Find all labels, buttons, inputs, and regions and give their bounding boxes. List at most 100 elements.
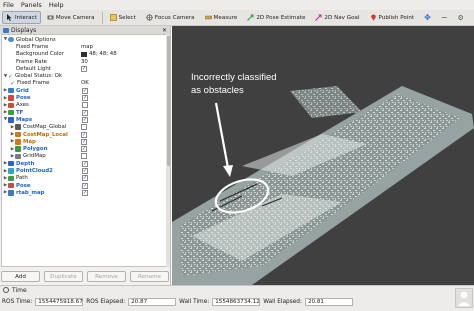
display-item-maps[interactable]: ▼ Maps ✓ <box>3 116 163 123</box>
time-panel: Time ROS Time: 1554475918.67 ROS Elapsed… <box>0 285 474 311</box>
status-ok-icon: ✓ <box>10 79 16 87</box>
publish-point-label: Publish Point <box>378 14 415 21</box>
display-item-pointcloud2[interactable]: ▶ PointCloud2 ✓ <box>3 167 163 175</box>
tree-row-frame-rate[interactable]: Frame Rate 30 <box>16 58 168 65</box>
remove-tool-button[interactable]: − <box>437 11 452 24</box>
display-item-label: rtab_map <box>16 189 45 196</box>
display-item-checkbox[interactable]: ✓ <box>82 160 88 167</box>
tree-row-background-color[interactable]: Background Color 48; 48; 48 <box>16 51 168 58</box>
pose-estimate-tool-button[interactable]: 2D Pose Estimate <box>243 11 309 24</box>
menu-file[interactable]: File <box>3 1 14 9</box>
interact-tool-button[interactable]: Interact <box>2 11 41 24</box>
display-item-grid[interactable]: ▶ Grid ✓ <box>3 87 163 94</box>
wall-elapsed-field[interactable]: 20.81 <box>304 298 353 306</box>
wall-time-label: Wall Time: <box>179 299 210 305</box>
display-item-label: Pose <box>16 95 31 102</box>
menu-panels[interactable]: Panels <box>21 1 42 9</box>
display-item-checkbox[interactable]: ✓ <box>82 189 88 196</box>
clock-icon <box>3 287 9 293</box>
display-item-tf[interactable]: ▶ TF ✓ <box>3 109 163 116</box>
display-item-pose[interactable]: ▶ Pose ✓ <box>3 94 163 102</box>
display-item-label: Polygon <box>23 146 48 153</box>
fixed-frame-value[interactable]: map <box>81 44 93 50</box>
globe-icon <box>8 36 14 43</box>
map-pin-icon <box>370 14 377 21</box>
tree-row-status-fixed-frame[interactable]: ✓ Fixed Frame OK <box>10 79 168 87</box>
folder-icon <box>8 117 14 123</box>
default-light-checkbox[interactable]: ✓ <box>81 65 87 72</box>
display-item-checkbox[interactable]: ✓ <box>81 138 87 145</box>
select-icon <box>109 14 117 21</box>
remove-display-button[interactable]: Remove <box>87 271 126 282</box>
wall-time-field[interactable]: 1554863734.12 <box>212 298 261 306</box>
ros-time-field[interactable]: 1554475918.67 <box>35 298 84 306</box>
pose-icon <box>8 182 14 189</box>
display-item-checkbox[interactable]: ✓ <box>82 109 88 116</box>
display-item-map[interactable]: ▶ Map ✓ <box>10 138 168 145</box>
menu-help[interactable]: Help <box>49 1 64 9</box>
display-item-polygon[interactable]: ▶ Polygon ✓ <box>10 146 168 153</box>
display-item-pose-2[interactable]: ▶ Pose ✓ <box>3 182 163 189</box>
tool-properties-button[interactable]: ⚙ <box>454 11 468 24</box>
focus-camera-tool-button[interactable]: Focus Camera <box>142 11 199 24</box>
publish-point-tool-button[interactable]: Publish Point <box>366 11 419 24</box>
default-light-label: Default Light <box>16 65 51 72</box>
tree-row-fixed-frame[interactable]: Fixed Frame map <box>16 43 168 50</box>
tree-row-default-light[interactable]: Default Light ✓ <box>16 65 168 72</box>
display-item-checkbox[interactable]: ✓ <box>82 182 88 189</box>
rename-display-button[interactable]: Rename <box>130 271 169 282</box>
measure-tool-button[interactable]: Measure <box>201 11 242 24</box>
avatar <box>455 288 473 308</box>
focus-camera-icon <box>145 14 153 21</box>
select-tool-button[interactable]: Select <box>106 11 140 24</box>
annotation-line-2: as obstacles <box>191 85 244 96</box>
tree-row-global-status[interactable]: ▼ ✓ Global Status: Ok <box>3 73 163 80</box>
displays-panel-header: Displays ✕ <box>0 26 170 34</box>
focus-camera-label: Focus Camera <box>154 14 195 21</box>
nav-goal-label: 2D Nav Goal <box>324 14 360 21</box>
display-item-checkbox[interactable] <box>81 153 87 160</box>
close-icon[interactable]: ✕ <box>162 27 167 34</box>
frame-rate-value[interactable]: 30 <box>81 59 88 65</box>
annotation-arrow-head <box>223 165 233 177</box>
gridmap-icon <box>15 153 21 160</box>
display-item-checkbox[interactable]: ✓ <box>82 95 88 102</box>
display-item-checkbox[interactable]: ✓ <box>81 146 87 153</box>
display-item-checkbox[interactable]: ✓ <box>81 131 87 138</box>
display-item-checkbox[interactable]: ✓ <box>82 87 88 94</box>
background-color-value[interactable]: 48; 48; 48 <box>81 51 117 57</box>
display-item-depth[interactable]: ▶ Depth ✓ <box>3 160 163 167</box>
display-item-checkbox[interactable] <box>82 102 88 109</box>
measure-label: Measure <box>213 14 238 21</box>
displays-scrollbar[interactable] <box>166 34 170 267</box>
display-item-label: Pose <box>16 182 31 189</box>
add-tool-button[interactable]: ✥ <box>420 11 435 24</box>
move-camera-tool-button[interactable]: Move Camera <box>43 11 99 24</box>
scrollbar-thumb[interactable] <box>166 36 170 166</box>
color-swatch[interactable] <box>81 51 87 57</box>
3d-viewport[interactable]: Incorrectly classified as obstacles <box>172 26 474 285</box>
display-item-costmap-local[interactable]: ▶ CostMap_Local ✓ <box>10 131 168 138</box>
display-item-checkbox[interactable] <box>81 124 87 131</box>
map-render[interactable] <box>172 26 474 285</box>
add-display-button[interactable]: Add <box>1 271 40 282</box>
display-item-axes[interactable]: ▶ Axes <box>3 102 163 109</box>
display-item-rtab-map[interactable]: ▶ rtab_map ✓ <box>3 189 163 196</box>
display-item-checkbox[interactable]: ✓ <box>82 116 88 123</box>
toolbar: Interact Move Camera Select Focus Camera… <box>0 10 474 26</box>
nav-goal-tool-button[interactable]: 2D Nav Goal <box>311 11 363 24</box>
display-item-label: Depth <box>16 160 35 167</box>
display-item-checkbox[interactable]: ✓ <box>82 175 88 182</box>
select-label: Select <box>118 14 136 21</box>
display-item-path[interactable]: ▶ Path ✓ <box>3 175 163 182</box>
tree-row-global-options[interactable]: ▼ Global Options <box>3 36 163 43</box>
pose-estimate-arrow-icon <box>247 14 254 21</box>
background-color-text: 48; 48; 48 <box>89 51 117 58</box>
duplicate-display-button[interactable]: Duplicate <box>44 271 83 282</box>
ros-elapsed-label: ROS Elapsed: <box>86 299 126 305</box>
nav-goal-arrow-icon <box>315 14 322 21</box>
ros-elapsed-field[interactable]: 20.87 <box>128 298 177 306</box>
display-item-gridmap[interactable]: ▶ GridMap <box>10 153 168 160</box>
display-item-costmap-global[interactable]: ▶ CostMap_Global <box>10 124 168 131</box>
display-item-checkbox[interactable]: ✓ <box>82 168 88 175</box>
